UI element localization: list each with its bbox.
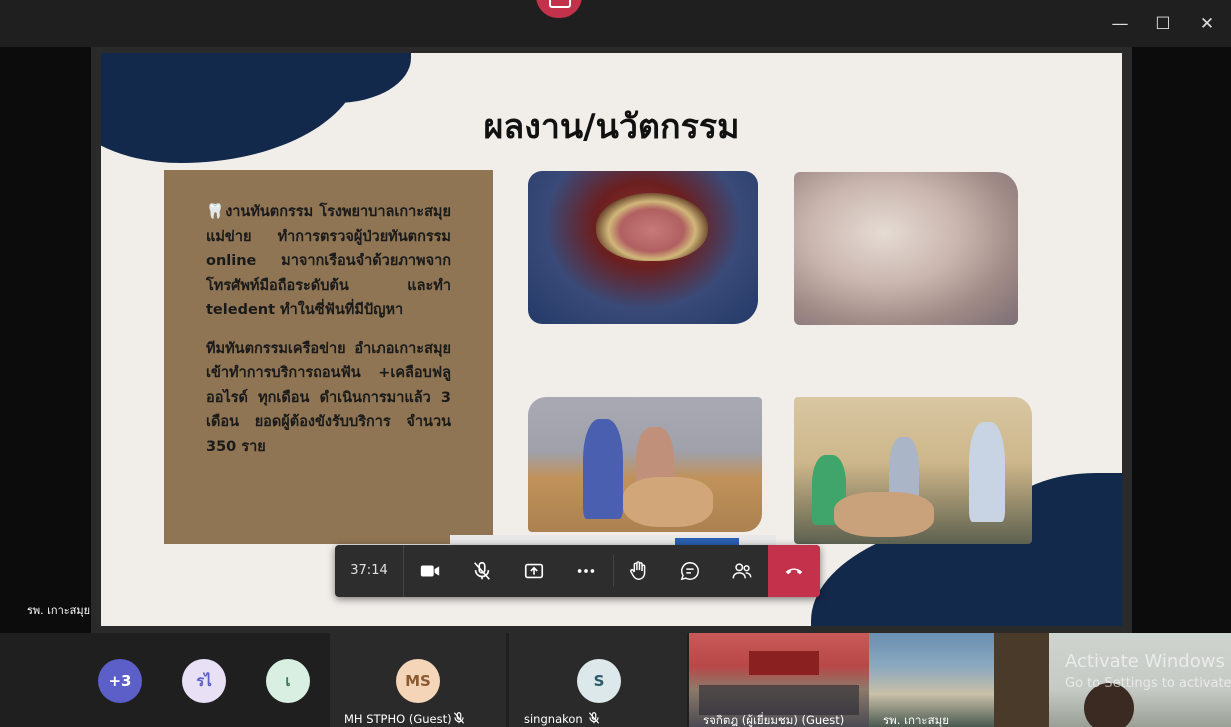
minimize-icon[interactable]: — bbox=[1108, 12, 1132, 36]
close-icon[interactable]: ✕ bbox=[1195, 12, 1219, 36]
slide-paragraph-1: 🦷งานทันตกรรม โรงพยาบาลเกาะสมุยแม่ข่าย ทำ… bbox=[206, 204, 451, 318]
participant-name: รจกิตฎ (ผู้เยี่ยมชม) (Guest) bbox=[703, 713, 845, 727]
share-screen-button[interactable] bbox=[508, 545, 560, 597]
meeting-controls: 37:14 bbox=[335, 545, 820, 597]
mic-off-icon bbox=[588, 712, 600, 724]
title-bar: — ☐ ✕ bbox=[0, 0, 1231, 47]
participant-tile[interactable]: S singnakon bbox=[509, 633, 687, 727]
slide-text-box: 🦷งานทันตกรรม โรงพยาบาลเกาะสมุยแม่ข่าย ทำ… bbox=[164, 170, 493, 544]
participant-avatar: S bbox=[577, 659, 621, 703]
mic-off-icon bbox=[453, 712, 465, 724]
share-screen-icon bbox=[524, 563, 544, 579]
slide-paragraph-2: ทีมทันตกรรมเครือข่าย อำเภอเกาะสมุย เข้าท… bbox=[206, 340, 451, 455]
hang-up-button[interactable] bbox=[768, 545, 820, 597]
participant-avatar: MS bbox=[396, 659, 440, 703]
camera-button[interactable] bbox=[404, 545, 456, 597]
photo-dental-treatment-1 bbox=[528, 397, 762, 532]
presentation-slide: ผลงาน/นวัตกรรม 🦷งานทันตกรรม โรงพยาบาลเกา… bbox=[101, 53, 1122, 626]
participant-avatar[interactable]: รไ bbox=[182, 659, 226, 703]
participant-name: รพ. เกาะสมุย bbox=[883, 713, 949, 727]
mic-off-icon bbox=[474, 561, 490, 580]
photo-open-mouth bbox=[528, 171, 758, 324]
overflow-participants-badge[interactable]: +3 bbox=[98, 659, 142, 703]
activate-windows-title: Activate Windows bbox=[1065, 651, 1225, 672]
participant-tile[interactable]: MS MH STPHO (Guest) bbox=[330, 633, 506, 727]
photo-tooth-closeup bbox=[794, 172, 1018, 325]
meeting-timer: 37:14 bbox=[335, 545, 404, 597]
participant-name: MH STPHO (Guest) bbox=[344, 712, 452, 726]
participant-video-tile[interactable]: รจกิตฎ (ผู้เยี่ยมชม) (Guest) bbox=[689, 633, 869, 727]
mute-button[interactable] bbox=[456, 545, 508, 597]
participants-button[interactable] bbox=[716, 545, 768, 597]
activate-windows-subtitle: Go to Settings to activate bbox=[1065, 676, 1231, 691]
recording-camera-icon[interactable] bbox=[536, 0, 582, 18]
chat-button[interactable] bbox=[664, 545, 716, 597]
phone-hangup-icon bbox=[785, 568, 803, 575]
raise-hand-button[interactable] bbox=[612, 545, 664, 597]
participant-name: singnakon bbox=[524, 712, 583, 726]
people-icon bbox=[732, 563, 752, 579]
slide-title: ผลงาน/นวัตกรรม bbox=[483, 107, 740, 147]
more-dots-icon bbox=[577, 569, 595, 573]
raise-hand-icon bbox=[630, 561, 646, 580]
chat-icon bbox=[680, 562, 699, 581]
more-actions-button[interactable] bbox=[560, 545, 612, 597]
camera-icon bbox=[420, 565, 440, 577]
maximize-icon[interactable]: ☐ bbox=[1151, 12, 1175, 36]
participant-avatar[interactable]: เ bbox=[266, 659, 310, 703]
photo-dental-treatment-2 bbox=[794, 397, 1032, 544]
participant-video-tile[interactable]: รพ. เกาะสมุย bbox=[869, 633, 1049, 727]
presenter-label: รพ. เกาะสมุย bbox=[27, 604, 91, 617]
